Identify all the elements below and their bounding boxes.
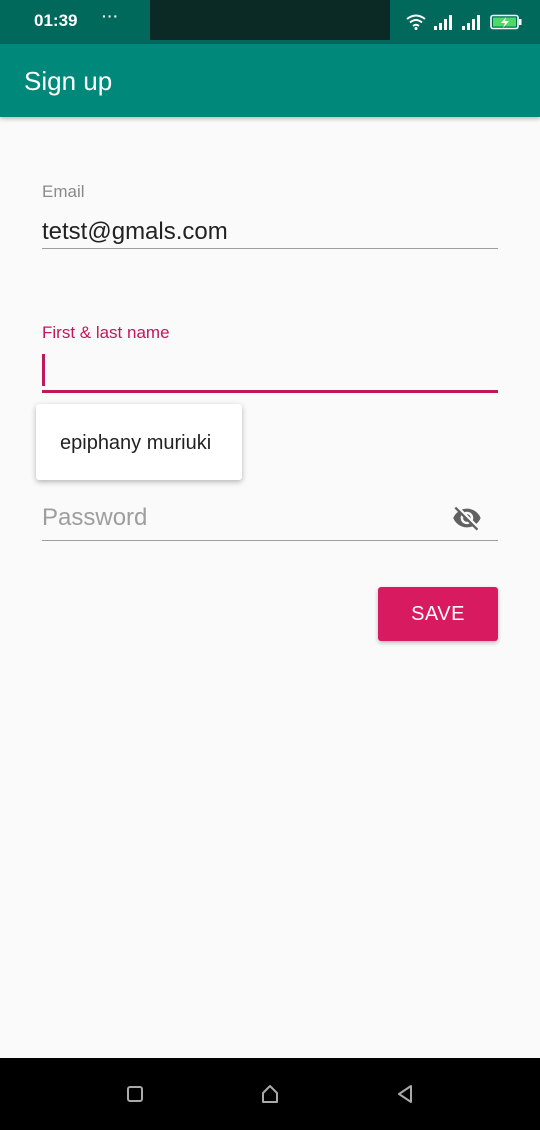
app-bar: Sign up (0, 44, 540, 117)
email-value[interactable]: tetst@gmals.com (42, 218, 498, 246)
password-underline (42, 540, 498, 541)
page-title: Sign up (24, 66, 113, 96)
name-label: First & last name (42, 323, 170, 342)
password-input[interactable]: Password (42, 504, 147, 532)
home-icon[interactable] (258, 1082, 282, 1106)
email-underline (42, 248, 498, 249)
recents-icon[interactable] (123, 1082, 147, 1106)
status-more-icon: ··· (102, 8, 119, 24)
email-label: Email (42, 182, 85, 201)
battery-charging-icon (490, 14, 522, 30)
save-button[interactable]: SAVE (378, 587, 498, 641)
name-field[interactable]: First & last name (42, 323, 498, 395)
wifi-icon (406, 14, 426, 30)
autocomplete-suggestion[interactable]: epiphany muriuki (60, 432, 211, 455)
visibility-off-icon[interactable] (450, 503, 484, 533)
signal-icon (462, 15, 480, 30)
back-icon[interactable] (393, 1082, 417, 1106)
signal-icon (434, 15, 452, 30)
navigation-bar (0, 1058, 540, 1130)
status-time: 01:39 (34, 11, 78, 30)
email-field[interactable]: Email tetst@gmals.com (42, 182, 498, 252)
text-cursor (42, 354, 45, 386)
name-underline (42, 390, 498, 393)
autocomplete-popup[interactable]: epiphany muriuki (36, 404, 242, 480)
camera-notch (150, 0, 390, 40)
password-field[interactable]: Password (42, 500, 498, 542)
status-icons (406, 12, 522, 32)
status-bar: 01:39 ··· (0, 0, 540, 44)
